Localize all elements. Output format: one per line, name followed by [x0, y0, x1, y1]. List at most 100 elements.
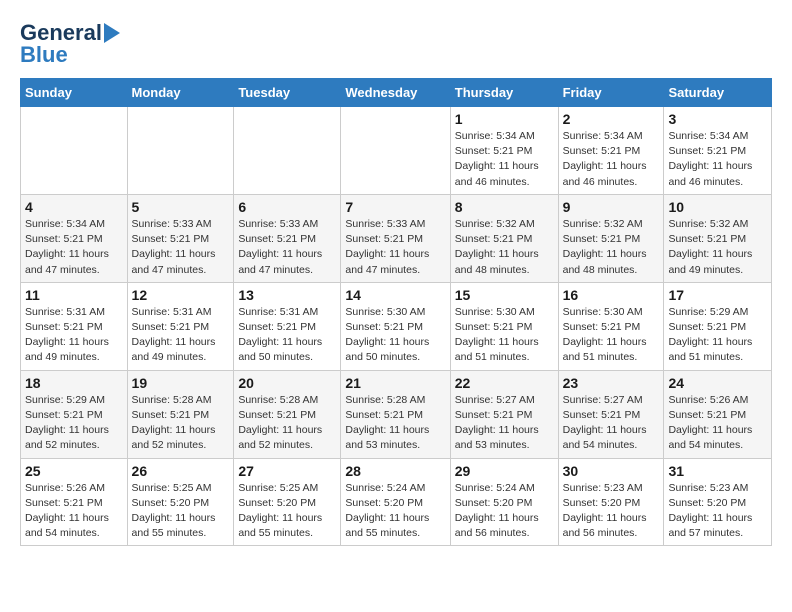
weekday-header-tuesday: Tuesday — [234, 79, 341, 107]
day-number: 25 — [25, 463, 123, 479]
day-number: 1 — [455, 111, 554, 127]
calendar-cell: 14 Sunrise: 5:30 AM Sunset: 5:21 PM Dayli… — [341, 282, 450, 370]
day-info: Sunrise: 5:24 AM Sunset: 5:20 PM Dayligh… — [345, 481, 445, 542]
day-number: 21 — [345, 375, 445, 391]
week-row-3: 11 Sunrise: 5:31 AM Sunset: 5:21 PM Dayli… — [21, 282, 772, 370]
day-number: 29 — [455, 463, 554, 479]
logo: General Blue — [20, 20, 120, 68]
calendar-cell: 21 Sunrise: 5:28 AM Sunset: 5:21 PM Dayli… — [341, 370, 450, 458]
calendar-cell: 10 Sunrise: 5:32 AM Sunset: 5:21 PM Dayli… — [664, 194, 772, 282]
week-row-5: 25 Sunrise: 5:26 AM Sunset: 5:21 PM Dayli… — [21, 458, 772, 546]
day-info: Sunrise: 5:26 AM Sunset: 5:21 PM Dayligh… — [25, 481, 123, 542]
page-header: General Blue — [20, 20, 772, 68]
week-row-4: 18 Sunrise: 5:29 AM Sunset: 5:21 PM Dayli… — [21, 370, 772, 458]
calendar-cell: 19 Sunrise: 5:28 AM Sunset: 5:21 PM Dayli… — [127, 370, 234, 458]
calendar-cell: 7 Sunrise: 5:33 AM Sunset: 5:21 PM Daylig… — [341, 194, 450, 282]
weekday-header-row: SundayMondayTuesdayWednesdayThursdayFrid… — [21, 79, 772, 107]
day-info: Sunrise: 5:28 AM Sunset: 5:21 PM Dayligh… — [132, 393, 230, 454]
day-number: 4 — [25, 199, 123, 215]
calendar-cell: 8 Sunrise: 5:32 AM Sunset: 5:21 PM Daylig… — [450, 194, 558, 282]
day-number: 22 — [455, 375, 554, 391]
calendar-cell: 4 Sunrise: 5:34 AM Sunset: 5:21 PM Daylig… — [21, 194, 128, 282]
day-info: Sunrise: 5:29 AM Sunset: 5:21 PM Dayligh… — [25, 393, 123, 454]
day-info: Sunrise: 5:31 AM Sunset: 5:21 PM Dayligh… — [132, 305, 230, 366]
day-info: Sunrise: 5:34 AM Sunset: 5:21 PM Dayligh… — [563, 129, 660, 190]
calendar-cell: 29 Sunrise: 5:24 AM Sunset: 5:20 PM Dayli… — [450, 458, 558, 546]
day-info: Sunrise: 5:24 AM Sunset: 5:20 PM Dayligh… — [455, 481, 554, 542]
logo-arrow-icon — [104, 23, 120, 43]
day-number: 6 — [238, 199, 336, 215]
weekday-header-sunday: Sunday — [21, 79, 128, 107]
day-number: 9 — [563, 199, 660, 215]
calendar-cell: 12 Sunrise: 5:31 AM Sunset: 5:21 PM Dayli… — [127, 282, 234, 370]
day-info: Sunrise: 5:27 AM Sunset: 5:21 PM Dayligh… — [563, 393, 660, 454]
day-info: Sunrise: 5:23 AM Sunset: 5:20 PM Dayligh… — [563, 481, 660, 542]
calendar-cell: 15Sunrise: 5:30 AM Sunset: 5:21 PM Dayli… — [450, 282, 558, 370]
day-info: Sunrise: 5:32 AM Sunset: 5:21 PM Dayligh… — [455, 217, 554, 278]
week-row-1: 1 Sunrise: 5:34 AM Sunset: 5:21 PM Daylig… — [21, 107, 772, 195]
calendar-cell: 28 Sunrise: 5:24 AM Sunset: 5:20 PM Dayli… — [341, 458, 450, 546]
day-info: Sunrise: 5:32 AM Sunset: 5:21 PM Dayligh… — [668, 217, 767, 278]
calendar-cell — [127, 107, 234, 195]
day-number: 8 — [455, 199, 554, 215]
day-number: 13 — [238, 287, 336, 303]
day-info: Sunrise: 5:32 AM Sunset: 5:21 PM Dayligh… — [563, 217, 660, 278]
day-info: Sunrise: 5:31 AM Sunset: 5:21 PM Dayligh… — [238, 305, 336, 366]
day-number: 3 — [668, 111, 767, 127]
day-info: Sunrise: 5:27 AM Sunset: 5:21 PM Dayligh… — [455, 393, 554, 454]
weekday-header-thursday: Thursday — [450, 79, 558, 107]
day-info: Sunrise: 5:34 AM Sunset: 5:21 PM Dayligh… — [25, 217, 123, 278]
weekday-header-monday: Monday — [127, 79, 234, 107]
calendar-cell: 27 Sunrise: 5:25 AM Sunset: 5:20 PM Dayli… — [234, 458, 341, 546]
week-row-2: 4 Sunrise: 5:34 AM Sunset: 5:21 PM Daylig… — [21, 194, 772, 282]
day-number: 28 — [345, 463, 445, 479]
weekday-header-friday: Friday — [558, 79, 664, 107]
weekday-header-wednesday: Wednesday — [341, 79, 450, 107]
calendar-cell: 2Sunrise: 5:34 AM Sunset: 5:21 PM Daylig… — [558, 107, 664, 195]
calendar-cell: 1 Sunrise: 5:34 AM Sunset: 5:21 PM Daylig… — [450, 107, 558, 195]
calendar-cell — [341, 107, 450, 195]
day-number: 18 — [25, 375, 123, 391]
day-info: Sunrise: 5:33 AM Sunset: 5:21 PM Dayligh… — [345, 217, 445, 278]
calendar-cell: 26Sunrise: 5:25 AM Sunset: 5:20 PM Dayli… — [127, 458, 234, 546]
day-number: 30 — [563, 463, 660, 479]
calendar-cell: 23Sunrise: 5:27 AM Sunset: 5:21 PM Dayli… — [558, 370, 664, 458]
day-number: 27 — [238, 463, 336, 479]
calendar-cell: 31 Sunrise: 5:23 AM Sunset: 5:20 PM Dayli… — [664, 458, 772, 546]
day-number: 10 — [668, 199, 767, 215]
day-number: 19 — [132, 375, 230, 391]
calendar-cell — [21, 107, 128, 195]
day-info: Sunrise: 5:25 AM Sunset: 5:20 PM Dayligh… — [238, 481, 336, 542]
day-info: Sunrise: 5:29 AM Sunset: 5:21 PM Dayligh… — [668, 305, 767, 366]
calendar-cell: 3 Sunrise: 5:34 AM Sunset: 5:21 PM Daylig… — [664, 107, 772, 195]
day-info: Sunrise: 5:28 AM Sunset: 5:21 PM Dayligh… — [345, 393, 445, 454]
day-number: 5 — [132, 199, 230, 215]
day-info: Sunrise: 5:34 AM Sunset: 5:21 PM Dayligh… — [668, 129, 767, 190]
day-number: 12 — [132, 287, 230, 303]
calendar-cell: 9 Sunrise: 5:32 AM Sunset: 5:21 PM Daylig… — [558, 194, 664, 282]
day-number: 26 — [132, 463, 230, 479]
day-number: 20 — [238, 375, 336, 391]
day-info: Sunrise: 5:33 AM Sunset: 5:21 PM Dayligh… — [238, 217, 336, 278]
calendar-cell: 20Sunrise: 5:28 AM Sunset: 5:21 PM Dayli… — [234, 370, 341, 458]
day-info: Sunrise: 5:30 AM Sunset: 5:21 PM Dayligh… — [455, 305, 554, 366]
calendar-cell: 13 Sunrise: 5:31 AM Sunset: 5:21 PM Dayli… — [234, 282, 341, 370]
day-info: Sunrise: 5:23 AM Sunset: 5:20 PM Dayligh… — [668, 481, 767, 542]
calendar-cell: 24Sunrise: 5:26 AM Sunset: 5:21 PM Dayli… — [664, 370, 772, 458]
calendar-cell: 6 Sunrise: 5:33 AM Sunset: 5:21 PM Daylig… — [234, 194, 341, 282]
day-number: 16 — [563, 287, 660, 303]
day-number: 11 — [25, 287, 123, 303]
day-info: Sunrise: 5:30 AM Sunset: 5:21 PM Dayligh… — [345, 305, 445, 366]
day-info: Sunrise: 5:34 AM Sunset: 5:21 PM Dayligh… — [455, 129, 554, 190]
weekday-header-saturday: Saturday — [664, 79, 772, 107]
day-number: 31 — [668, 463, 767, 479]
logo-blue: Blue — [20, 42, 68, 68]
calendar-cell: 5 Sunrise: 5:33 AM Sunset: 5:21 PM Daylig… — [127, 194, 234, 282]
day-number: 14 — [345, 287, 445, 303]
calendar-cell — [234, 107, 341, 195]
day-info: Sunrise: 5:31 AM Sunset: 5:21 PM Dayligh… — [25, 305, 123, 366]
calendar-table: SundayMondayTuesdayWednesdayThursdayFrid… — [20, 78, 772, 546]
day-number: 7 — [345, 199, 445, 215]
day-info: Sunrise: 5:33 AM Sunset: 5:21 PM Dayligh… — [132, 217, 230, 278]
calendar-cell: 16Sunrise: 5:30 AM Sunset: 5:21 PM Dayli… — [558, 282, 664, 370]
